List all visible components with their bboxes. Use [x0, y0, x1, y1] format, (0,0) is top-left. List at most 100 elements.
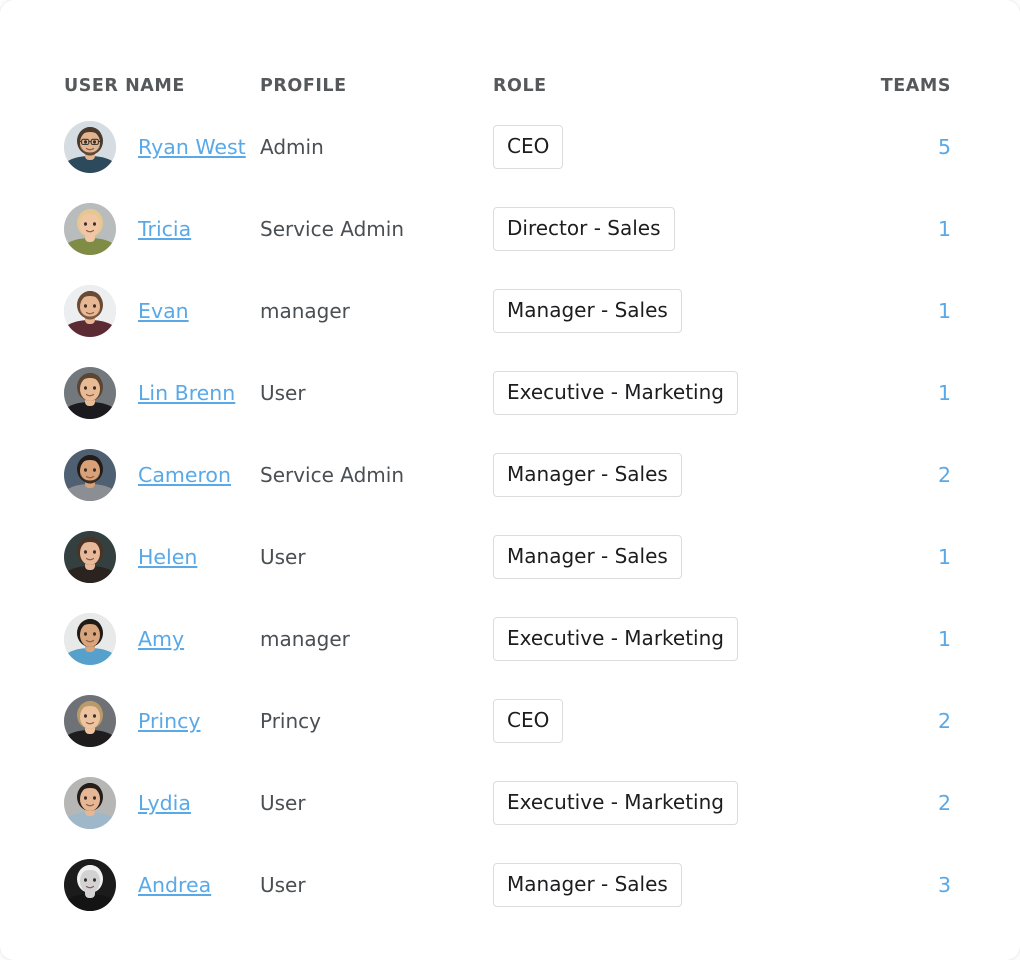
- profile-value: manager: [248, 299, 480, 323]
- user-name-link[interactable]: Princy: [138, 711, 201, 732]
- teams-count[interactable]: 1: [822, 299, 1020, 323]
- user-table: USER NAME PROFILE ROLE TEAMS Ryan WestAd…: [0, 0, 1020, 926]
- role-cell: Manager - Sales: [480, 289, 822, 333]
- role-cell: Manager - Sales: [480, 863, 822, 907]
- role-cell: Manager - Sales: [480, 535, 822, 579]
- column-header-teams-label: TEAMS: [822, 76, 1020, 106]
- column-header-profile: PROFILE: [248, 0, 480, 106]
- role-cell: CEO: [480, 125, 822, 169]
- user-name-link[interactable]: Lydia: [138, 793, 191, 814]
- column-header-user-name: USER NAME: [0, 0, 248, 106]
- table-row: Andrea User Manager - Sales 3: [0, 844, 1020, 926]
- cell-role: Executive - Marketing: [480, 762, 822, 844]
- table-row: Amy manager Executive - Marketing 1: [0, 598, 1020, 680]
- cell-user-name: Helen: [0, 516, 248, 598]
- table-row: Princy Princy CEO 2: [0, 680, 1020, 762]
- avatar-lydia: [64, 777, 116, 829]
- role-chip[interactable]: Manager - Sales: [493, 535, 682, 579]
- cell-user-name: Ryan West: [0, 106, 248, 188]
- user-cell: Lin Brenn: [0, 367, 248, 419]
- avatar-ryan-west: [64, 121, 116, 173]
- teams-count[interactable]: 1: [822, 545, 1020, 569]
- role-chip[interactable]: Director - Sales: [493, 207, 675, 251]
- cell-teams: 5: [822, 106, 1020, 188]
- role-chip[interactable]: Manager - Sales: [493, 863, 682, 907]
- table-row: Tricia Service Admin Director - Sales 1: [0, 188, 1020, 270]
- profile-value: Admin: [248, 135, 480, 159]
- role-chip[interactable]: Executive - Marketing: [493, 617, 738, 661]
- user-cell: Cameron: [0, 449, 248, 501]
- teams-count[interactable]: 5: [822, 135, 1020, 159]
- cell-role: Manager - Sales: [480, 844, 822, 926]
- user-name-link[interactable]: Andrea: [138, 875, 211, 896]
- teams-count[interactable]: 2: [822, 709, 1020, 733]
- cell-role: Manager - Sales: [480, 270, 822, 352]
- table-header: USER NAME PROFILE ROLE TEAMS: [0, 0, 1020, 106]
- cell-user-name: Amy: [0, 598, 248, 680]
- cell-profile: Princy: [248, 680, 480, 762]
- cell-teams: 1: [822, 516, 1020, 598]
- avatar-andrea: [64, 859, 116, 911]
- cell-profile: Admin: [248, 106, 480, 188]
- table-row: Evan manager Manager - Sales 1: [0, 270, 1020, 352]
- cell-profile: manager: [248, 598, 480, 680]
- role-cell: Executive - Marketing: [480, 617, 822, 661]
- teams-count[interactable]: 1: [822, 381, 1020, 405]
- role-chip[interactable]: CEO: [493, 125, 563, 169]
- cell-role: Manager - Sales: [480, 434, 822, 516]
- cell-role: CEO: [480, 106, 822, 188]
- avatar-lin-brenn: [64, 367, 116, 419]
- avatar-princy: [64, 695, 116, 747]
- avatar-evan: [64, 285, 116, 337]
- user-name-link[interactable]: Tricia: [138, 219, 191, 240]
- cell-role: Director - Sales: [480, 188, 822, 270]
- cell-profile: User: [248, 844, 480, 926]
- cell-user-name: Princy: [0, 680, 248, 762]
- teams-count[interactable]: 2: [822, 463, 1020, 487]
- profile-value: User: [248, 381, 480, 405]
- role-chip[interactable]: Executive - Marketing: [493, 781, 738, 825]
- user-name-link[interactable]: Amy: [138, 629, 184, 650]
- cell-user-name: Lin Brenn: [0, 352, 248, 434]
- column-header-role-label: ROLE: [480, 76, 822, 106]
- profile-value: manager: [248, 627, 480, 651]
- cell-teams: 1: [822, 598, 1020, 680]
- cell-profile: Service Admin: [248, 434, 480, 516]
- avatar-tricia: [64, 203, 116, 255]
- table-row: Helen User Manager - Sales 1: [0, 516, 1020, 598]
- user-name-link[interactable]: Helen: [138, 547, 197, 568]
- cell-role: Manager - Sales: [480, 516, 822, 598]
- role-chip[interactable]: Manager - Sales: [493, 453, 682, 497]
- avatar-helen: [64, 531, 116, 583]
- teams-count[interactable]: 2: [822, 791, 1020, 815]
- teams-count[interactable]: 1: [822, 217, 1020, 241]
- cell-teams: 2: [822, 762, 1020, 844]
- role-chip[interactable]: Executive - Marketing: [493, 371, 738, 415]
- cell-teams: 1: [822, 188, 1020, 270]
- user-name-link[interactable]: Cameron: [138, 465, 231, 486]
- column-header-role: ROLE: [480, 0, 822, 106]
- table-row: Lin Brenn User Executive - Marketing 1: [0, 352, 1020, 434]
- cell-teams: 1: [822, 352, 1020, 434]
- avatar-cameron: [64, 449, 116, 501]
- profile-value: Princy: [248, 709, 480, 733]
- cell-teams: 2: [822, 680, 1020, 762]
- teams-count[interactable]: 3: [822, 873, 1020, 897]
- role-chip[interactable]: CEO: [493, 699, 563, 743]
- cell-teams: 2: [822, 434, 1020, 516]
- teams-count[interactable]: 1: [822, 627, 1020, 651]
- cell-role: Executive - Marketing: [480, 352, 822, 434]
- cell-role: CEO: [480, 680, 822, 762]
- table-row: Lydia User Executive - Marketing 2: [0, 762, 1020, 844]
- profile-value: Service Admin: [248, 463, 480, 487]
- role-chip[interactable]: Manager - Sales: [493, 289, 682, 333]
- cell-profile: User: [248, 516, 480, 598]
- cell-profile: User: [248, 762, 480, 844]
- profile-value: User: [248, 873, 480, 897]
- user-name-link[interactable]: Evan: [138, 301, 189, 322]
- user-name-link[interactable]: Ryan West: [138, 137, 246, 158]
- profile-value: Service Admin: [248, 217, 480, 241]
- user-name-link[interactable]: Lin Brenn: [138, 383, 235, 404]
- role-cell: CEO: [480, 699, 822, 743]
- column-header-user-name-label: USER NAME: [0, 76, 248, 106]
